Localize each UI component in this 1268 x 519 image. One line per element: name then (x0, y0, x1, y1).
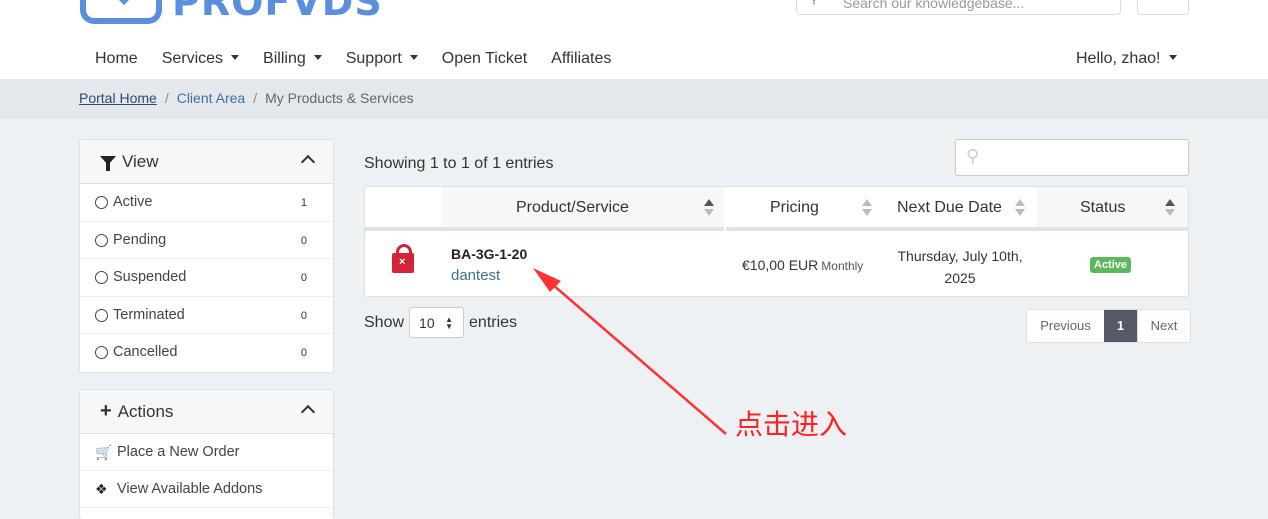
sort-icon (1015, 199, 1025, 219)
pagination-page-1[interactable]: 1 (1104, 310, 1137, 342)
product-hostname-link[interactable]: dantest (451, 267, 500, 284)
caret-down-icon (1168, 55, 1177, 61)
nav-support[interactable]: Support (334, 47, 430, 71)
table-row[interactable]: × BA-3G-1-20 dantest €10,00 EUR Monthly T… (365, 231, 1188, 296)
filter-suspended[interactable]: Suspended 0 (80, 259, 333, 297)
column-header-product[interactable]: Product/Service (442, 187, 724, 231)
actions-panel: + Actions 🛒 Place a New Order ❖ View Avai… (79, 389, 334, 519)
brand-name: PROFVDS (172, 0, 383, 24)
logo-icon (80, 0, 162, 24)
column-header-status[interactable]: Status (1037, 187, 1188, 231)
pagination-next[interactable]: Next (1137, 310, 1190, 342)
nav-home[interactable]: Home (83, 47, 150, 71)
lock-icon: × (392, 244, 414, 273)
radio-icon (95, 271, 108, 285)
count-badge: 0 (300, 347, 307, 360)
search-icon: ⚲ (809, 0, 819, 7)
view-addons-link[interactable]: ❖ View Available Addons (80, 471, 333, 508)
chevron-up-icon[interactable] (300, 154, 316, 170)
main-nav: Home Services Billing Support Open Ticke… (83, 47, 623, 71)
column-header-due-date[interactable]: Next Due Date (882, 187, 1037, 231)
count-badge: 0 (300, 272, 307, 285)
chevron-up-icon[interactable] (300, 404, 316, 420)
cart-button[interactable] (1137, 0, 1189, 15)
table-search-input[interactable]: ⚲ (955, 139, 1189, 176)
pagination-previous[interactable]: Previous (1027, 310, 1104, 342)
radio-icon (95, 196, 108, 209)
billing-cycle: Monthly (821, 259, 864, 273)
breadcrumb-current: My Products & Services (265, 90, 414, 106)
count-badge: 0 (300, 234, 307, 247)
status-badge: Active (1090, 257, 1132, 273)
filter-active[interactable]: Active 1 (80, 184, 333, 222)
actions-panel-header[interactable]: + Actions (80, 390, 333, 434)
view-panel: View Active 1 Pending 0 Suspended 0 Term… (79, 139, 334, 373)
next-due-date: Thursday, July 10th, 2025 (897, 248, 1023, 286)
nav-affiliates[interactable]: Affiliates (539, 47, 623, 71)
annotation-arrow-line (544, 277, 727, 435)
user-menu[interactable]: Hello, zhao! (1076, 47, 1177, 71)
knowledgebase-search-input[interactable] (843, 0, 1103, 13)
breadcrumb-bar: Portal Home / Client Area / My Products … (0, 79, 1268, 119)
search-icon: ⚲ (966, 146, 980, 166)
view-panel-header[interactable]: View (80, 140, 333, 184)
radio-icon (95, 308, 108, 322)
product-price: €10,00 EUR Monthly (742, 257, 864, 273)
annotation-label: 点击进入 (735, 408, 848, 441)
caret-down-icon (231, 55, 240, 61)
breadcrumb-client-area[interactable]: Client Area (177, 90, 245, 106)
caret-down-icon (313, 55, 322, 61)
nav-billing[interactable]: Billing (251, 47, 334, 71)
cart-icon: 🛒 (95, 444, 113, 460)
filter-terminated[interactable]: Terminated 0 (80, 297, 333, 335)
site-header: PROFVDS ⚲ Home Services Billing Support … (0, 0, 1268, 79)
table-info: Showing 1 to 1 of 1 entries (364, 155, 554, 172)
select-arrows-icon: ▲ ▼ (445, 315, 454, 331)
entries-per-page-select[interactable]: 10 ▲ ▼ (409, 307, 465, 338)
breadcrumb: Portal Home / Client Area / My Products … (79, 90, 414, 106)
caret-down-icon (409, 55, 418, 61)
breadcrumb-portal-home[interactable]: Portal Home (79, 90, 157, 106)
column-header-icon (365, 187, 442, 231)
column-header-pricing[interactable]: Pricing (726, 187, 882, 231)
sort-icon (704, 199, 714, 219)
pagination: Previous 1 Next (1026, 309, 1191, 343)
place-new-order-link[interactable]: 🛒 Place a New Order (80, 434, 333, 471)
show-entries: Show 10 ▲ ▼ entries (364, 307, 517, 338)
count-badge: 1 (300, 197, 307, 209)
filter-cancelled[interactable]: Cancelled 0 (80, 334, 333, 372)
radio-icon (95, 346, 108, 360)
product-name: BA-3G-1-20 (451, 246, 528, 262)
sort-icon (862, 199, 872, 219)
brand-logo[interactable]: PROFVDS (80, 0, 383, 24)
count-badge: 0 (300, 309, 307, 322)
plus-icon: + (100, 400, 112, 422)
view-panel-title: View (122, 152, 159, 171)
nav-open-ticket[interactable]: Open Ticket (430, 47, 539, 71)
actions-panel-title: Actions (117, 402, 174, 421)
nav-services[interactable]: Services (150, 47, 251, 71)
sort-icon (1165, 199, 1175, 219)
cubes-icon: ❖ (95, 481, 108, 497)
radio-icon (95, 233, 108, 247)
services-table: Product/Service Pricing Next Due Date St… (364, 186, 1189, 297)
filter-pending[interactable]: Pending 0 (80, 222, 333, 260)
filter-icon (100, 156, 116, 172)
knowledgebase-search[interactable]: ⚲ (796, 0, 1121, 15)
